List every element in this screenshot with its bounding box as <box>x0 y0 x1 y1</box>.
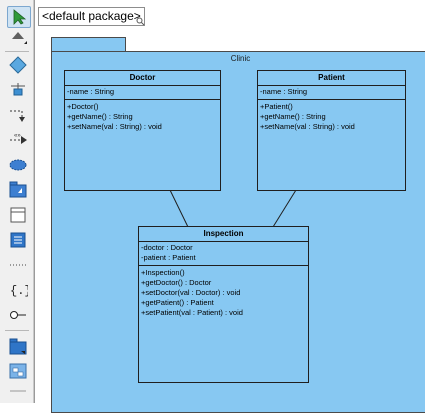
operation[interactable]: +setName(val : String) : void <box>67 122 218 132</box>
class-name: Inspection <box>139 227 308 242</box>
operation[interactable]: +getName() : String <box>67 112 218 122</box>
attribute[interactable]: -name : String <box>260 87 403 97</box>
class-name: Patient <box>258 71 405 86</box>
operation-compartment: +Doctor() +getName() : String +setName(v… <box>65 100 220 134</box>
operation[interactable]: +Doctor() <box>67 102 218 112</box>
class-name: Doctor <box>65 71 220 86</box>
operation[interactable]: +setName(val : String) : void <box>260 122 403 132</box>
attribute[interactable]: -name : String <box>67 87 218 97</box>
attribute-compartment: -doctor : Doctor -patient : Patient <box>139 242 308 266</box>
class-doctor[interactable]: Doctor -name : String +Doctor() +getName… <box>64 70 221 191</box>
attribute[interactable]: -doctor : Doctor <box>141 243 306 253</box>
doctor-inspection-association[interactable] <box>169 189 189 228</box>
operation-compartment: +Patient() +getName() : String +setName(… <box>258 100 405 134</box>
class-inspection[interactable]: Inspection -doctor : Doctor -patient : P… <box>138 226 309 383</box>
operation[interactable]: +setPatient(val : Patient) : void <box>141 308 306 318</box>
operation[interactable]: +getPatient() : Patient <box>141 298 306 308</box>
patient-inspection-association[interactable] <box>272 189 297 228</box>
attribute-compartment: -name : String <box>65 86 220 100</box>
operation[interactable]: +Inspection() <box>141 268 306 278</box>
operation[interactable]: +Patient() <box>260 102 403 112</box>
operation[interactable]: +getDoctor() : Doctor <box>141 278 306 288</box>
class-patient[interactable]: Patient -name : String +Patient() +getNa… <box>257 70 406 191</box>
operation[interactable]: +setDoctor(val : Doctor) : void <box>141 288 306 298</box>
operation-compartment: +Inspection() +getDoctor() : Doctor +set… <box>139 266 308 320</box>
attribute[interactable]: -patient : Patient <box>141 253 306 263</box>
operation[interactable]: +getName() : String <box>260 112 403 122</box>
attribute-compartment: -name : String <box>258 86 405 100</box>
